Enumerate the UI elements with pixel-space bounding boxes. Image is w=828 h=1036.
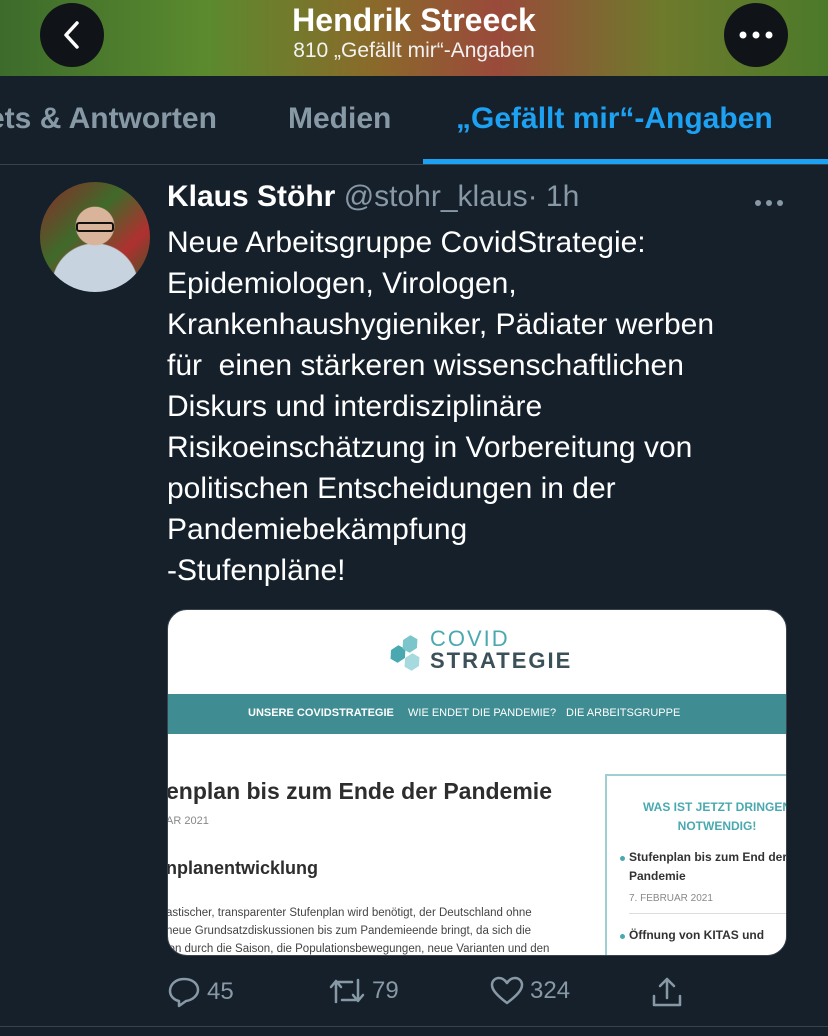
- tab-media[interactable]: Medien: [288, 102, 391, 136]
- article-date: AR 2021: [167, 815, 209, 827]
- covid-strategie-logo: COVID STRATEGIE: [390, 624, 590, 674]
- sidebar-item: Öffnung von KITAS und: [620, 926, 786, 945]
- logo-text-strategie: STRATEGIE: [430, 648, 573, 673]
- likes-count: 810 „Gefällt mir“-Angaben: [293, 39, 535, 62]
- share-icon: [652, 977, 682, 1007]
- profile-tabs: ets & Antworten Medien „Gefällt mir“-Ang…: [0, 76, 828, 165]
- tweet-text: Neue Arbeitsgruppe CovidStrategie: Epide…: [167, 226, 715, 587]
- tweet-time: · 1h: [527, 180, 580, 213]
- tweet-more-button[interactable]: [754, 182, 784, 214]
- article-title: enplan bis zum Ende der Pandemie: [167, 778, 552, 804]
- site-nav-item: DIE ARBEITSGRUPPE: [566, 707, 681, 719]
- site-nav-item: UNSERE COVIDSTRATEGIE: [248, 707, 394, 719]
- tweet-header: Klaus Stöhr @stohr_klaus· 1h: [167, 178, 579, 216]
- tab-tweets-and-replies[interactable]: ets & Antworten: [0, 102, 217, 136]
- avatar-glasses: [76, 222, 114, 232]
- article-body: astischer, transparenter Stufenplan wird…: [167, 904, 576, 955]
- like-count: 324: [530, 977, 571, 1004]
- site-nav: UNSERE COVIDSTRATEGIE WIE ENDET DIE PAND…: [168, 694, 786, 734]
- heart-icon: [490, 976, 524, 1005]
- link-preview-card[interactable]: COVID STRATEGIE UNSERE COVIDSTRATEGIE WI…: [167, 609, 787, 956]
- sidebar-title: WAS IST JETZT DRINGEN NOTWENDIG!: [642, 800, 787, 833]
- sidebar-divider: [629, 913, 786, 914]
- profile-name: Hendrik Streeck: [292, 2, 536, 38]
- sidebar-item-date: 7. FEBRUAR 2021: [629, 893, 713, 904]
- article-subtitle: nplanentwicklung: [167, 858, 319, 878]
- reply-button[interactable]: 45: [167, 976, 234, 1008]
- divider: [0, 1026, 828, 1027]
- active-tab-indicator: [423, 159, 828, 164]
- tweet-actions: 45 79 324: [0, 970, 828, 1016]
- tab-likes[interactable]: „Gefällt mir“-Angaben: [456, 102, 773, 136]
- tweet-author-handle[interactable]: @stohr_klaus: [344, 180, 528, 213]
- article-line: neue Grundsatzdiskussionen bis zum Pande…: [167, 925, 532, 937]
- retweet-count: 79: [372, 977, 399, 1004]
- tweet-author-name[interactable]: Klaus Stöhr: [167, 180, 335, 213]
- sidebar-box: WAS IST JETZT DRINGEN NOTWENDIG! Stufenp…: [605, 774, 787, 955]
- article-line: ion durch die Saison, die Populationsbew…: [167, 943, 550, 955]
- avatar[interactable]: [40, 182, 150, 292]
- more-options-button[interactable]: [724, 3, 788, 67]
- site-nav-item: WIE ENDET DIE PANDEMIE?: [408, 707, 557, 719]
- more-dots-icon: [739, 31, 773, 39]
- article-line: astischer, transparenter Stufenplan wird…: [167, 907, 532, 919]
- retweet-icon: [329, 978, 365, 1004]
- share-button[interactable]: [650, 976, 690, 1008]
- profile-header: Hendrik Streeck 810 „Gefällt mir“-Angabe…: [0, 0, 828, 76]
- sidebar-item: Stufenplan bis zum End der Pandemie: [620, 848, 786, 886]
- like-button[interactable]: 324: [490, 976, 570, 1006]
- reply-count: 45: [207, 978, 234, 1005]
- reply-icon: [168, 977, 200, 1008]
- more-dots-icon: [755, 200, 783, 206]
- retweet-button[interactable]: 79: [328, 976, 399, 1006]
